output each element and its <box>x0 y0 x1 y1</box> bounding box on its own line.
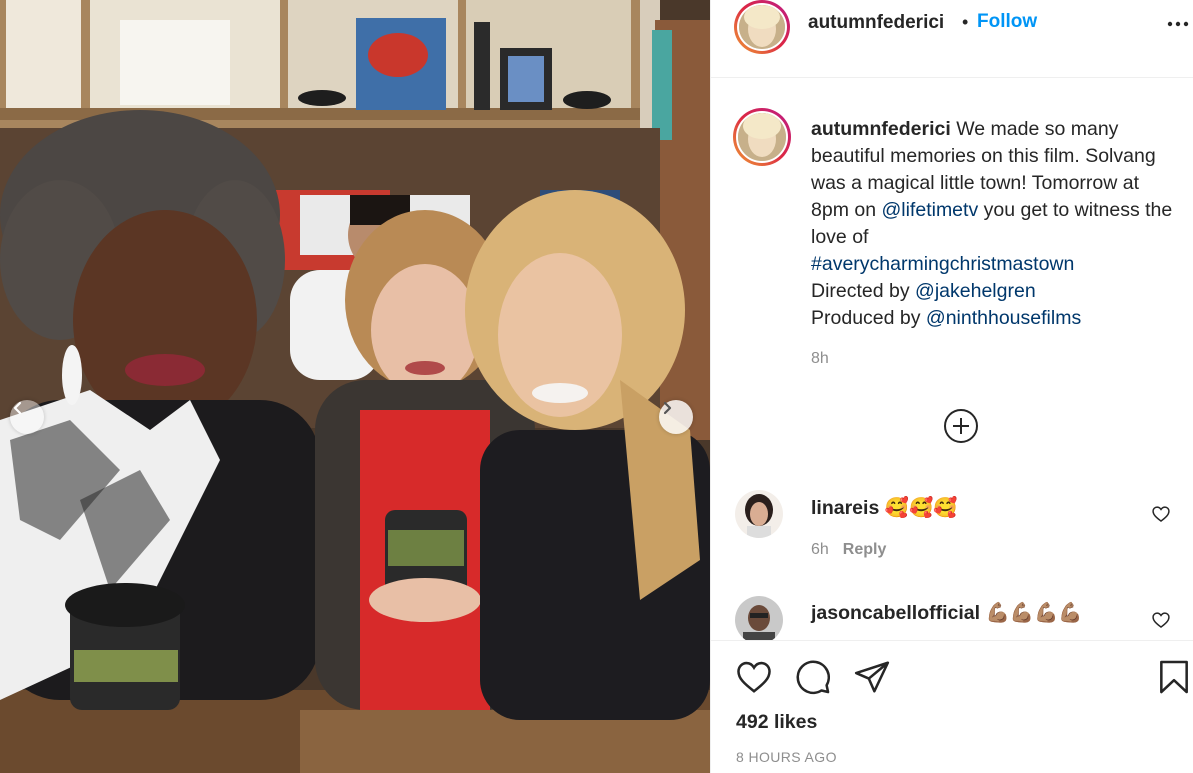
caption-timestamp[interactable]: 8h <box>811 350 829 368</box>
carousel-next-button[interactable] <box>659 400 693 434</box>
post-actions: 492 likes 8 HOURS AGO <box>711 640 1193 773</box>
caption-line: Directed by <box>811 280 916 302</box>
more-options-icon[interactable] <box>1166 12 1190 36</box>
caption-line: Produced by <box>811 307 926 329</box>
header-username[interactable]: autumnfederici <box>808 12 944 34</box>
chevron-left-icon <box>13 401 22 415</box>
post-side-panel: autumnfederici • Follow autumnfederici W… <box>710 0 1193 773</box>
heart-icon[interactable] <box>1151 504 1171 524</box>
carousel-prev-button[interactable] <box>10 400 44 434</box>
hashtag-link[interactable]: #averycharmingchristmastown <box>811 253 1074 275</box>
comment-icon[interactable] <box>794 658 832 696</box>
plus-circle-icon[interactable] <box>943 408 979 444</box>
heart-icon[interactable] <box>1151 610 1171 630</box>
post-photo[interactable] <box>0 0 710 773</box>
avatar-image <box>738 113 786 161</box>
reply-button[interactable]: Reply <box>843 541 887 558</box>
comment-username[interactable]: jasoncabellofficial <box>811 602 980 624</box>
avatar[interactable] <box>735 596 783 640</box>
avatar-image <box>735 596 783 640</box>
avatar-image <box>735 490 783 538</box>
post-header: autumnfederici • Follow <box>711 0 1193 78</box>
follow-button[interactable]: Follow <box>977 11 1037 33</box>
comment-username[interactable]: linareis <box>811 497 879 519</box>
caption-username[interactable]: autumnfederici <box>811 118 951 140</box>
post-time-ago[interactable]: 8 HOURS AGO <box>736 749 837 765</box>
share-icon[interactable] <box>853 658 891 696</box>
mention-link[interactable]: @jakehelgren <box>915 280 1036 302</box>
avatar-image <box>739 5 785 49</box>
comment-time[interactable]: 6h <box>811 541 829 558</box>
separator-dot: • <box>962 12 969 32</box>
header-avatar[interactable] <box>734 0 790 54</box>
caption-text: autumnfederici We made so many beautiful… <box>811 116 1181 332</box>
comment-item: jasoncabellofficial 💪🏽💪🏽💪🏽💪🏽 <box>711 596 1193 640</box>
comment-text: 🥰🥰🥰 <box>884 497 958 519</box>
avatar[interactable] <box>735 490 783 538</box>
comment-text: 💪🏽💪🏽💪🏽💪🏽 <box>985 602 1083 624</box>
bookmark-icon[interactable] <box>1155 658 1193 696</box>
likes-count[interactable]: 492 likes <box>736 711 817 734</box>
heart-icon[interactable] <box>735 658 773 696</box>
mention-link[interactable]: @lifetimetv <box>881 199 978 221</box>
caption-avatar[interactable] <box>733 108 791 166</box>
photo-illustration <box>0 0 710 773</box>
mention-link[interactable]: @ninthhousefilms <box>926 307 1081 329</box>
chevron-right-icon <box>663 401 672 415</box>
